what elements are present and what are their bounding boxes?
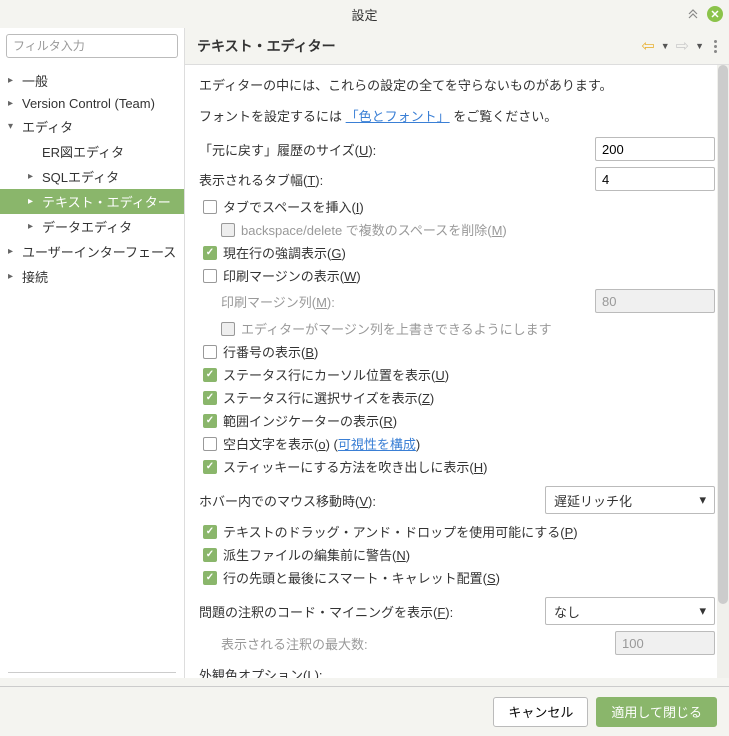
- tab-width-label: 表示されるタブ幅(T):: [199, 170, 595, 189]
- cancel-button[interactable]: キャンセル: [493, 697, 588, 727]
- override-margin-label: エディターがマージン列を上書きできるようにします: [241, 319, 552, 338]
- margin-column-input: [595, 289, 715, 313]
- sidebar-item-sql-editor[interactable]: ▸SQLエディタ: [0, 164, 184, 189]
- undo-size-label: 「元に戻す」履歴のサイズ(U):: [199, 140, 595, 159]
- sidebar-item-ui[interactable]: ▸ユーザーインターフェース: [0, 239, 184, 264]
- minimize-icon[interactable]: [685, 6, 701, 22]
- close-icon[interactable]: [707, 6, 723, 22]
- undo-size-input[interactable]: [595, 137, 715, 161]
- whitespace-checkbox[interactable]: [203, 437, 217, 451]
- back-icon[interactable]: ⇦: [641, 36, 654, 56]
- sidebar-item-label: SQLエディタ: [42, 167, 119, 186]
- menu-icon[interactable]: [714, 40, 717, 53]
- chevron-down-icon: ▾: [699, 603, 706, 619]
- apply-close-button[interactable]: 適用して閉じる: [596, 697, 717, 727]
- forward-dropdown-icon[interactable]: ▼: [695, 41, 704, 51]
- back-dropdown-icon[interactable]: ▼: [661, 41, 670, 51]
- sidebar-item-general[interactable]: ▸一般: [0, 68, 184, 93]
- cursor-status-label: ステータス行にカーソル位置を表示(U): [223, 365, 449, 384]
- scrollbar[interactable]: [717, 65, 729, 678]
- print-margin-checkbox[interactable]: [203, 269, 217, 283]
- visibility-config-link[interactable]: 可視性を構成: [338, 437, 416, 452]
- hover-mouse-label: ホバー内でのマウス移動時(V):: [199, 491, 545, 510]
- scroll-thumb[interactable]: [718, 65, 728, 604]
- sidebar-item-vcs[interactable]: ▸Version Control (Team): [0, 93, 184, 114]
- caret-right-icon: ▸: [28, 221, 42, 232]
- caret-right-icon: ▸: [8, 98, 22, 109]
- caret-right-icon: ▸: [28, 171, 42, 182]
- range-indicator-label: 範囲インジケーターの表示(R): [223, 411, 397, 430]
- drag-drop-checkbox[interactable]: [203, 525, 217, 539]
- sidebar-item-connection[interactable]: ▸接続: [0, 264, 184, 289]
- margin-column-label: 印刷マージン列(M):: [221, 292, 595, 311]
- window-title: 設定: [351, 5, 377, 24]
- sidebar-item-label: エディタ: [22, 117, 73, 136]
- max-annotations-label: 表示される注釈の最大数:: [221, 634, 615, 653]
- insert-spaces-label: タブでスペースを挿入(I): [223, 197, 364, 216]
- sidebar-tree: ▸一般 ▸Version Control (Team) ▾エディタ ER図エディ…: [0, 64, 184, 672]
- selection-status-label: ステータス行に選択サイズを表示(Z): [223, 388, 434, 407]
- appearance-color-label: 外観色オプション(L):: [199, 665, 715, 678]
- sidebar-item-label: ユーザーインターフェース: [22, 242, 176, 261]
- backspace-delete-label: backspace/delete で複数のスペースを削除(M): [241, 220, 507, 239]
- caret-right-icon: ▸: [8, 271, 22, 282]
- sidebar-item-data-editor[interactable]: ▸データエディタ: [0, 214, 184, 239]
- code-mining-label: 問題の注釈のコード・マイニングを表示(F):: [199, 602, 545, 621]
- highlight-current-line-label: 現在行の強調表示(G): [223, 243, 346, 262]
- smart-caret-checkbox[interactable]: [203, 571, 217, 585]
- sidebar-item-label: Version Control (Team): [22, 96, 155, 111]
- caret-right-icon: ▸: [8, 75, 22, 86]
- derived-warn-label: 派生ファイルの編集前に警告(N): [223, 545, 410, 564]
- colors-fonts-link[interactable]: 「色とフォント」: [346, 109, 450, 124]
- cursor-status-checkbox[interactable]: [203, 368, 217, 382]
- insert-spaces-checkbox[interactable]: [203, 200, 217, 214]
- sidebar-item-er-editor[interactable]: ER図エディタ: [0, 139, 184, 164]
- sidebar-item-label: 接続: [22, 267, 48, 286]
- page-title: テキスト・エディター: [197, 36, 336, 56]
- whitespace-label: 空白文字を表示(o) (可視性を構成): [223, 434, 420, 453]
- sidebar-item-editor[interactable]: ▾エディタ: [0, 114, 184, 139]
- forward-icon: ⇨: [676, 36, 689, 56]
- override-margin-checkbox: [221, 322, 235, 336]
- derived-warn-checkbox[interactable]: [203, 548, 217, 562]
- print-margin-label: 印刷マージンの表示(W): [223, 266, 361, 285]
- backspace-delete-checkbox: [221, 223, 235, 237]
- sidebar-item-label: テキスト・エディター: [42, 192, 171, 211]
- sidebar-item-label: 一般: [22, 71, 48, 90]
- line-numbers-label: 行番号の表示(B): [223, 342, 318, 361]
- sticky-hover-checkbox[interactable]: [203, 460, 217, 474]
- smart-caret-label: 行の先頭と最後にスマート・キャレット配置(S): [223, 568, 500, 587]
- sidebar-item-label: ER図エディタ: [42, 142, 124, 161]
- chevron-down-icon: ▾: [699, 492, 706, 508]
- caret-right-icon: ▸: [8, 246, 22, 257]
- drag-drop-label: テキストのドラッグ・アンド・ドロップを使用可能にする(P): [223, 522, 578, 541]
- editor-note: エディターの中には、これらの設定の全てを守らないものがあります。: [199, 75, 715, 94]
- caret-down-icon: ▾: [8, 121, 22, 132]
- selection-status-checkbox[interactable]: [203, 391, 217, 405]
- range-indicator-checkbox[interactable]: [203, 414, 217, 428]
- sidebar-item-label: データエディタ: [42, 217, 132, 236]
- code-mining-select[interactable]: なし▾: [545, 597, 715, 625]
- max-annotations-input: [615, 631, 715, 655]
- sidebar: ▸一般 ▸Version Control (Team) ▾エディタ ER図エディ…: [0, 28, 185, 678]
- sticky-hover-label: スティッキーにする方法を吹き出しに表示(H): [223, 457, 487, 476]
- hover-mouse-select[interactable]: 遅延リッチ化▾: [545, 486, 715, 514]
- filter-input[interactable]: [6, 34, 178, 58]
- caret-right-icon: ▸: [28, 196, 42, 207]
- line-numbers-checkbox[interactable]: [203, 345, 217, 359]
- tab-width-input[interactable]: [595, 167, 715, 191]
- sidebar-item-text-editor[interactable]: ▸テキスト・エディター: [0, 189, 184, 214]
- font-note: フォントを設定するには 「色とフォント」 をご覧ください。: [199, 106, 715, 125]
- highlight-current-line-checkbox[interactable]: [203, 246, 217, 260]
